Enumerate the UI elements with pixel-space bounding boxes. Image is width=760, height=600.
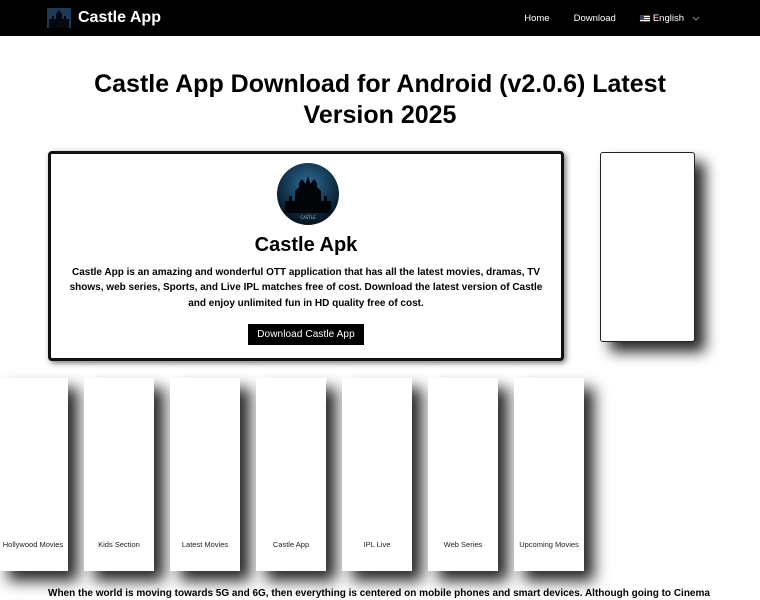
download-button[interactable]: Download Castle App [248,324,364,345]
category-label: IPL Live [363,540,391,549]
category-label: Latest Movies [181,540,229,549]
category-card-kids-section[interactable]: Kids Section [84,378,154,571]
article-paragraph: When the world is moving towards 5G and … [48,588,713,599]
nav-download[interactable]: Download [574,13,616,24]
page-title-line2: Version 2025 [303,101,457,129]
page-title-line1: Castle App Download for Android (v2.0.6)… [94,70,666,98]
language-label: English [652,12,684,24]
category-label: Hollywood Movies [2,540,64,549]
side-card [600,152,695,342]
us-flag-icon [639,14,650,22]
brand-name: Castle App [78,9,161,26]
brand[interactable]: Castle App [47,6,161,30]
category-label: Kids Section [98,540,140,549]
category-card-upcoming-movies[interactable]: Upcoming Movies [514,378,584,571]
category-card-castle-app[interactable]: Castle App [256,378,326,571]
language-selector[interactable]: English [639,12,700,24]
chevron-down-icon [692,16,700,21]
category-card-web-series[interactable]: Web Series [428,378,498,571]
category-card-latest-movies[interactable]: Latest Movies [170,378,240,571]
main-nav: Home Download English [500,0,700,36]
app-title: Castle Apk [254,234,358,256]
app-description: Castle App is an amazing and wonderful O… [69,267,543,309]
app-icon-caption: CASTLE [300,215,316,220]
page-title: Castle App Download for Android (v2.0.6)… [60,69,700,131]
nav-home[interactable]: Home [524,13,549,24]
category-card-hollywood-movies[interactable]: Hollywood Movies [0,378,68,571]
category-label: Upcoming Movies [519,540,579,549]
app-card: CASTLE Castle Apk Castle App is an amazi… [48,151,564,361]
castle-logo-icon [47,8,71,28]
category-label: Web Series [443,540,483,549]
category-label: Castle App [272,540,310,549]
top-navbar: Castle App Home Download English [0,0,760,36]
castle-app-icon: CASTLE [277,163,339,225]
category-card-ipl-live[interactable]: IPL Live [342,378,412,571]
